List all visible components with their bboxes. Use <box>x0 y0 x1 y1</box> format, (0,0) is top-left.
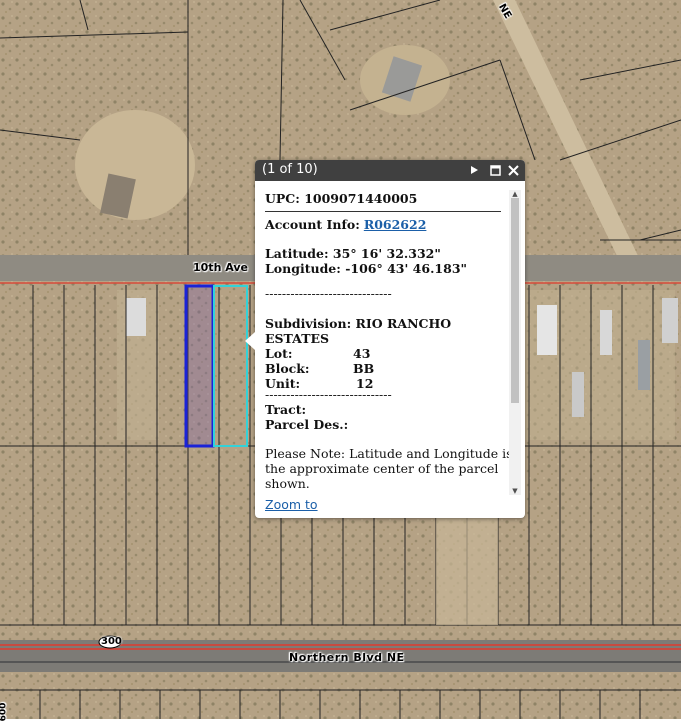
popup-title: (1 of 10) <box>262 162 318 177</box>
route-shield-300: 300 <box>101 636 122 647</box>
longitude-text: Longitude: -106° 43' 46.183" <box>265 261 468 276</box>
account-info-link[interactable]: R062622 <box>364 217 427 232</box>
road-label-northern-blvd: Northern Blvd NE <box>289 651 405 664</box>
selected-parcel-highlight <box>184 284 215 448</box>
close-icon[interactable] <box>504 160 522 181</box>
subdivision-value: RIO RANCHO <box>355 316 452 331</box>
block-value: BB <box>353 361 375 376</box>
upc-text: UPC: 1009071440005 <box>265 191 418 206</box>
block-label: Block: <box>265 361 310 376</box>
road-label-10th-ave: 10th Ave <box>193 261 248 274</box>
tract-label: Tract: <box>265 402 307 417</box>
latitude-text: Latitude: 35° 16' 32.332" <box>265 246 441 261</box>
zoom-to-link[interactable]: Zoom to <box>265 497 318 512</box>
note-line-2: the approximate center of the parcel <box>265 461 499 476</box>
popup-titlebar: (1 of 10) <box>255 160 525 181</box>
maximize-icon[interactable] <box>486 160 504 181</box>
popup-scrollbar[interactable]: ▲ ▼ <box>509 190 521 495</box>
note-line-1: Please Note: Latitude and Longitude is <box>265 446 509 461</box>
subdivision-value-2: ESTATES <box>265 331 330 346</box>
popup-divider <box>265 211 501 212</box>
play-icon[interactable] <box>465 160 483 181</box>
subdivision-label: Subdivision: <box>265 316 352 331</box>
road-label-bottom-left-partial: 600 <box>0 702 9 721</box>
lot-value: 43 <box>353 346 371 361</box>
popup-pointer <box>245 332 255 350</box>
scroll-up-arrow-icon[interactable]: ▲ <box>509 190 521 198</box>
scrollbar-thumb[interactable] <box>511 198 519 403</box>
parcel-des-label: Parcel Des.: <box>265 417 349 432</box>
popup-content[interactable]: UPC: 1009071440005 Account Info: R062622… <box>255 181 509 495</box>
separator-line-2: ------------------------------ <box>265 387 392 402</box>
separator-line: ------------------------------ <box>265 286 392 301</box>
account-info-label: Account Info: <box>265 217 360 232</box>
parcel-info-popup: (1 of 10) UPC: 1009071440005 Account Inf… <box>245 160 525 518</box>
lot-label: Lot: <box>265 346 293 361</box>
scroll-down-arrow-icon[interactable]: ▼ <box>509 487 521 495</box>
note-line-3: shown. <box>265 476 310 491</box>
